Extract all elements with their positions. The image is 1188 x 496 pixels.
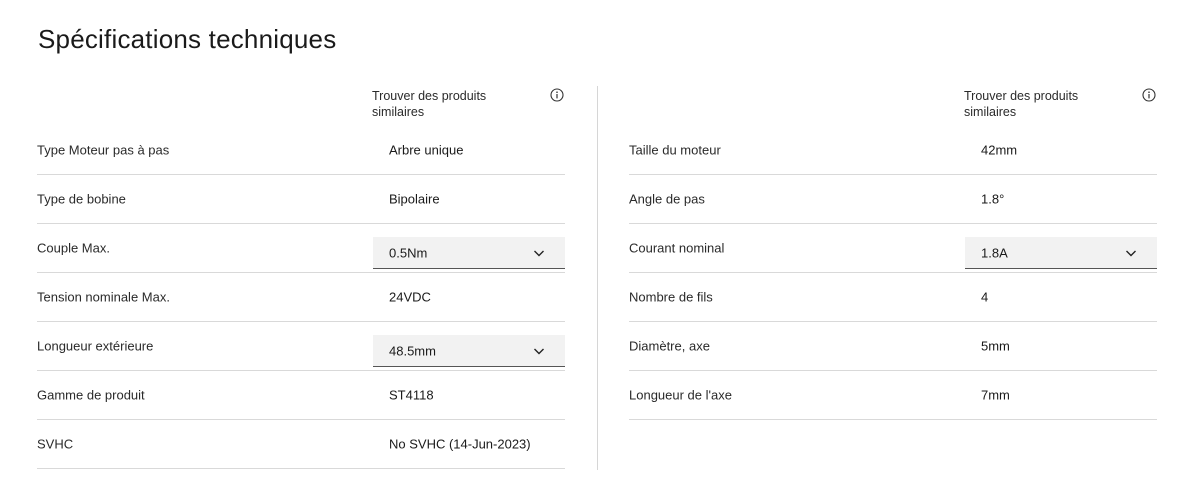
spec-value: Arbre unique	[389, 142, 464, 158]
spec-label: Type Moteur pas à pas	[37, 142, 170, 158]
spec-value: 24VDC	[389, 289, 431, 305]
column-header: Trouver des produits similaires	[37, 86, 565, 126]
spec-value: ST4118	[389, 387, 434, 403]
dropdown-selected-value: 1.8A	[981, 245, 1008, 260]
spec-row: Gamme de produit ST4118	[37, 371, 565, 420]
spec-value: 5mm	[981, 338, 1010, 354]
spec-value: 4	[981, 289, 989, 305]
spec-label: Longueur extérieure	[37, 338, 154, 354]
spec-value: 42mm	[981, 142, 1018, 158]
spec-label: Courant nominal	[629, 240, 725, 256]
spec-row: Angle de pas 1.8°	[629, 175, 1157, 224]
spec-row: Longueur extérieure 48.5mm	[37, 322, 565, 371]
spec-row: Type de bobine Bipolaire	[37, 175, 565, 224]
dropdown-selected-value: 0.5Nm	[389, 245, 428, 260]
spec-label: Angle de pas	[629, 191, 705, 207]
spec-label: Diamètre, axe	[629, 338, 710, 354]
spec-value-dropdown[interactable]: 1.8A	[965, 237, 1157, 269]
spec-row: Diamètre, axe 5mm	[629, 322, 1157, 371]
spec-value: No SVHC (14-Jun-2023)	[389, 436, 531, 452]
spec-row: Longueur de l'axe 7mm	[629, 371, 1157, 420]
column-divider	[597, 86, 598, 470]
specs-column-left: Trouver des produits similaires Type Mot…	[37, 86, 565, 469]
spec-value-dropdown[interactable]: 48.5mm	[373, 335, 565, 367]
spec-label: Longueur de l'axe	[629, 387, 732, 403]
spec-label: Type de bobine	[37, 191, 126, 207]
chevron-down-icon	[534, 250, 544, 257]
chevron-down-icon	[1126, 250, 1136, 257]
spec-value: Bipolaire	[389, 191, 440, 207]
dropdown-selected-value: 48.5mm	[389, 343, 436, 358]
spec-row: Couple Max. 0.5Nm	[37, 224, 565, 273]
spec-label: Taille du moteur	[629, 142, 721, 158]
find-similar-label: Trouver des produits similaires	[372, 89, 487, 119]
column-header: Trouver des produits similaires	[629, 86, 1157, 126]
spec-label: SVHC	[37, 436, 74, 452]
spec-value: 1.8°	[981, 191, 1005, 207]
spec-label: Nombre de fils	[629, 289, 713, 305]
spec-row: Type Moteur pas à pas Arbre unique	[37, 126, 565, 175]
spec-label: Gamme de produit	[37, 387, 145, 403]
specs-page: Spécifications techniques Trouver des pr…	[0, 0, 1188, 496]
info-icon[interactable]	[1142, 88, 1156, 102]
spec-value-dropdown[interactable]: 0.5Nm	[373, 237, 565, 269]
spec-value: 7mm	[981, 387, 1010, 403]
specs-column-right: Trouver des produits similaires Taille d…	[629, 86, 1157, 420]
spec-row: SVHC No SVHC (14-Jun-2023)	[37, 420, 565, 469]
find-similar-label: Trouver des produits similaires	[964, 89, 1079, 119]
spec-row: Tension nominale Max. 24VDC	[37, 273, 565, 322]
info-icon[interactable]	[550, 88, 564, 102]
spec-label: Couple Max.	[37, 240, 110, 256]
chevron-down-icon	[534, 348, 544, 355]
page-title: Spécifications techniques	[38, 24, 337, 54]
spec-row: Taille du moteur 42mm	[629, 126, 1157, 175]
spec-row: Nombre de fils 4	[629, 273, 1157, 322]
spec-label: Tension nominale Max.	[37, 289, 170, 305]
spec-row: Courant nominal 1.8A	[629, 224, 1157, 273]
